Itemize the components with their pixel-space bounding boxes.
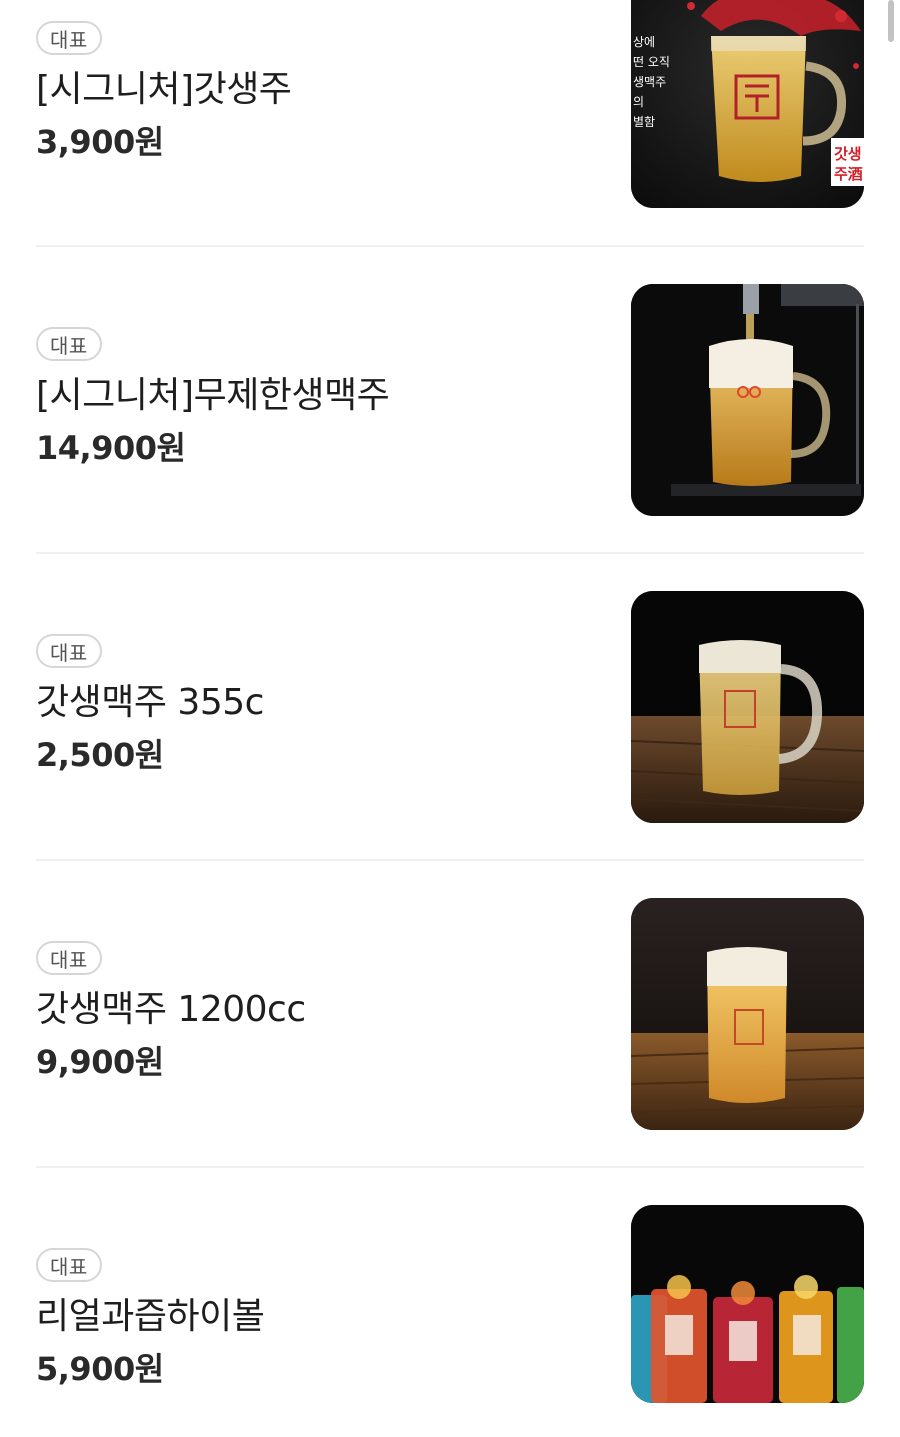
photo-caption-line-4: 의: [633, 95, 644, 109]
menu-item-price: 14,900원: [36, 429, 186, 467]
menu-item-price: 3,900원: [36, 123, 164, 161]
menu-item-photo[interactable]: 상에 떤 오직 생맥주 의 별함 갓생 주酒: [631, 0, 864, 208]
divider: [36, 1166, 864, 1168]
menu-item-info: 대표 [시그니처]무제한생맥주 14,900원: [36, 327, 596, 467]
signature-badge: 대표: [36, 941, 102, 975]
photo-caption-line-2: 떤 오직: [633, 55, 670, 69]
divider: [36, 859, 864, 861]
menu-item-info: 대표 갓생맥주 355c 2,500원: [36, 634, 596, 774]
photo-caption-line-1: 상에: [633, 35, 655, 49]
frosted-beer-mug-illustration: [631, 591, 864, 823]
menu-item-photo[interactable]: [631, 284, 864, 516]
menu-item-gatsaeng-beer-1200[interactable]: 대표 갓생맥주 1200cc 9,900원: [36, 898, 864, 1130]
beer-tap-illustration: [631, 284, 864, 516]
menu-item-photo[interactable]: [631, 591, 864, 823]
menu-item-info: 대표 갓생맥주 1200cc 9,900원: [36, 941, 596, 1081]
photo-caption-line-3: 생맥주: [633, 75, 666, 89]
menu-item-name: 리얼과즙하이볼: [36, 1296, 265, 1337]
menu-item-price: 2,500원: [36, 736, 164, 774]
highball-glasses-illustration: [631, 1205, 864, 1403]
menu-item-real-juice-highball[interactable]: 대표 리얼과즙하이볼 5,900원: [36, 1205, 864, 1437]
large-beer-glass-illustration: [631, 898, 864, 1130]
divider: [36, 245, 864, 247]
signature-badge: 대표: [36, 1248, 102, 1282]
menu-item-photo[interactable]: [631, 898, 864, 1130]
signature-badge: 대표: [36, 21, 102, 55]
menu-item-gatsaeng-beer-355[interactable]: 대표 갓생맥주 355c 2,500원: [36, 591, 864, 823]
menu-item-photo[interactable]: [631, 1205, 864, 1403]
menu-item-price: 9,900원: [36, 1043, 164, 1081]
menu-item-gatsaengju[interactable]: 대표 [시그니처]갓생주 3,900원 상에 떤 오직 생맥주 의 별함 갓생 …: [36, 0, 864, 208]
menu-item-price: 5,900원: [36, 1350, 164, 1388]
menu-item-name: 갓생맥주 1200cc: [36, 989, 306, 1030]
scrollbar[interactable]: [888, 0, 894, 42]
menu-item-info: 대표 [시그니처]갓생주 3,900원: [36, 21, 596, 161]
menu-item-info: 대표 리얼과즙하이볼 5,900원: [36, 1248, 596, 1388]
photo-brand-mark: 갓생: [834, 145, 862, 163]
photo-brand-mark-2: 주酒: [834, 165, 863, 183]
signature-badge: 대표: [36, 634, 102, 668]
beer-splash-illustration: 상에 떤 오직 생맥주 의 별함 갓생 주酒: [631, 0, 864, 208]
divider: [36, 552, 864, 554]
photo-caption-line-5: 별함: [633, 115, 655, 129]
menu-item-name: 갓생맥주 355c: [36, 682, 264, 723]
menu-item-name: [시그니처]갓생주: [36, 69, 292, 110]
menu-item-unlimited-draft-beer[interactable]: 대표 [시그니처]무제한생맥주 14,900원: [36, 284, 864, 516]
menu-item-name: [시그니처]무제한생맥주: [36, 375, 390, 416]
signature-badge: 대표: [36, 327, 102, 361]
